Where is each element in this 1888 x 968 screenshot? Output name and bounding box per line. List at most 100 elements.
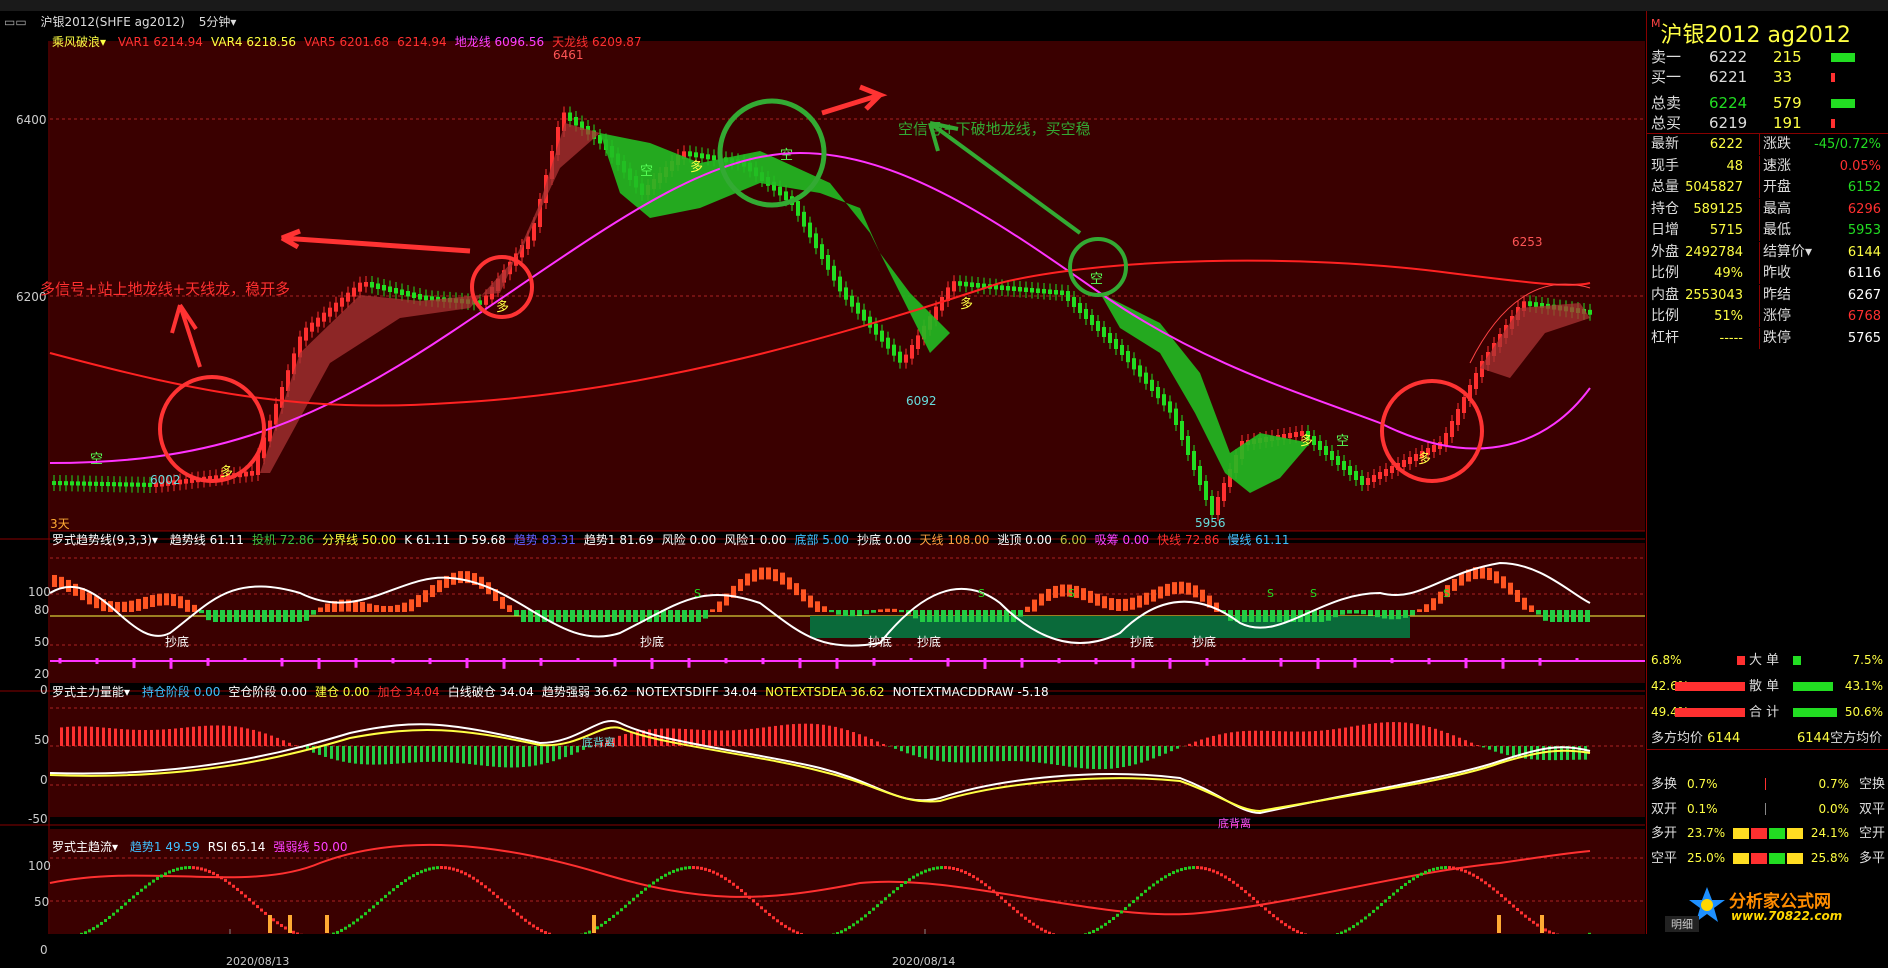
chart-title-bar: ▭▭ 沪银2012(SHFE ag2012) 5分钟▾ (0, 11, 1640, 33)
macd-bar (906, 746, 909, 753)
flow-dot (724, 877, 727, 880)
flow-dot (1128, 904, 1131, 907)
flow-dot (1132, 900, 1135, 903)
macd-bar (1020, 746, 1023, 761)
flow-dot (1100, 925, 1103, 928)
tab-detail[interactable]: 明细 (1665, 916, 1699, 932)
macd-bar (258, 732, 261, 746)
flow-dot (1536, 924, 1539, 927)
candle-body (244, 472, 248, 477)
macd-bar (1224, 733, 1227, 746)
stat-value: 6152 (1848, 177, 1881, 198)
macd-bar (498, 746, 501, 767)
flow-dot (1264, 907, 1267, 910)
signal-marker: 多 (1300, 433, 1313, 449)
macd-bar (1206, 738, 1209, 746)
macd-bar (558, 746, 561, 759)
macd-bar (540, 746, 543, 764)
flow-dot (452, 868, 455, 871)
legend-item: 地龙线 6096.56 (455, 35, 544, 49)
flow-dot (744, 892, 747, 895)
flow-dot (960, 869, 963, 872)
trend-bar (374, 605, 379, 612)
flow-dot (396, 885, 399, 888)
flow-dot (788, 927, 791, 930)
y-tick: 50 (34, 895, 49, 909)
flow-right: 50.6% (1845, 702, 1883, 723)
flow-dot (412, 874, 415, 877)
flow-dot (1160, 878, 1163, 881)
candle-body (1126, 351, 1130, 362)
flow-dot (952, 867, 955, 870)
flow-dot (772, 916, 775, 919)
main-indicator-name[interactable]: 乘风破浪 (52, 35, 100, 49)
macd-bar (918, 746, 921, 757)
order-volume: 215 (1773, 47, 1802, 67)
s-marker: S (694, 587, 701, 600)
macd-bar (744, 729, 747, 746)
flow-dot (172, 869, 175, 872)
flow-dot (928, 868, 931, 871)
trend-bar (409, 599, 414, 611)
trend-bar (710, 609, 715, 612)
flow-dot (996, 893, 999, 896)
flow-dot (604, 921, 607, 924)
macd-bar (282, 740, 285, 746)
macd-bar (978, 746, 981, 762)
chart-area[interactable]: 多多多多多多空空空空空 乘风破浪▾ VAR1 6214.94VAR4 6218.… (0, 33, 1645, 934)
change-value: 23.7% (1687, 823, 1725, 844)
flow-dot (444, 866, 447, 869)
trend-bar (262, 610, 267, 622)
trend-bar (962, 610, 967, 622)
panel2-indicator-name[interactable]: 罗式趋势线(9,3,3) (52, 533, 152, 547)
flow-dot (284, 927, 287, 930)
flow-dot (1016, 910, 1019, 913)
period-selector[interactable]: 5分钟▾ (199, 15, 237, 29)
flow-dot (384, 895, 387, 898)
macd-bar (168, 729, 171, 746)
menu-icon[interactable]: ▭▭ (4, 15, 27, 29)
panel3-indicator-name[interactable]: 罗式主力量能 (52, 685, 124, 699)
macd-bar (90, 727, 93, 746)
candle-body (352, 288, 356, 297)
flow-dot (1020, 914, 1023, 917)
macd-bar (216, 725, 219, 746)
macd-bar (546, 746, 549, 763)
flow-dot (988, 886, 991, 889)
macd-bar (1260, 731, 1263, 746)
order-volume: 191 (1773, 113, 1802, 133)
trend-bar (1333, 610, 1338, 617)
macd-bar (1146, 746, 1149, 761)
candle-body (1096, 321, 1100, 331)
macd-bar (1512, 746, 1515, 757)
trend-bar (255, 610, 260, 622)
signal-marker: 多 (1418, 451, 1431, 467)
macd-bar (900, 746, 903, 751)
panel4-indicator-name[interactable]: 罗式主趋流 (52, 840, 112, 854)
candle-body (112, 482, 116, 486)
candle-body (1180, 421, 1184, 440)
macd-bar (1068, 746, 1071, 767)
candle-body (952, 281, 956, 291)
macd-bar (1026, 746, 1029, 762)
flow-dot (208, 870, 211, 873)
candle-body (820, 244, 824, 259)
candle-body (1030, 288, 1034, 293)
legend-item: 风险 0.00 (662, 533, 717, 547)
macd-bar (468, 746, 471, 764)
flow-dot (676, 868, 679, 871)
macd-bar (1476, 745, 1479, 746)
trend-bar (1088, 591, 1093, 603)
flow-dot (1488, 884, 1491, 887)
candle-body (1336, 456, 1340, 465)
macd-bar (1398, 722, 1401, 746)
macd-bar (390, 746, 393, 764)
flow-dot (948, 866, 951, 869)
candle-body (1060, 291, 1064, 296)
flow-dot (1112, 917, 1115, 920)
macd-bar (1416, 724, 1419, 746)
legend-item: 持仓阶段 0.00 (142, 685, 221, 699)
trend-bar (52, 575, 57, 587)
flow-dot (1528, 918, 1531, 921)
bottom-pick-marker: 抄底 (165, 633, 189, 650)
